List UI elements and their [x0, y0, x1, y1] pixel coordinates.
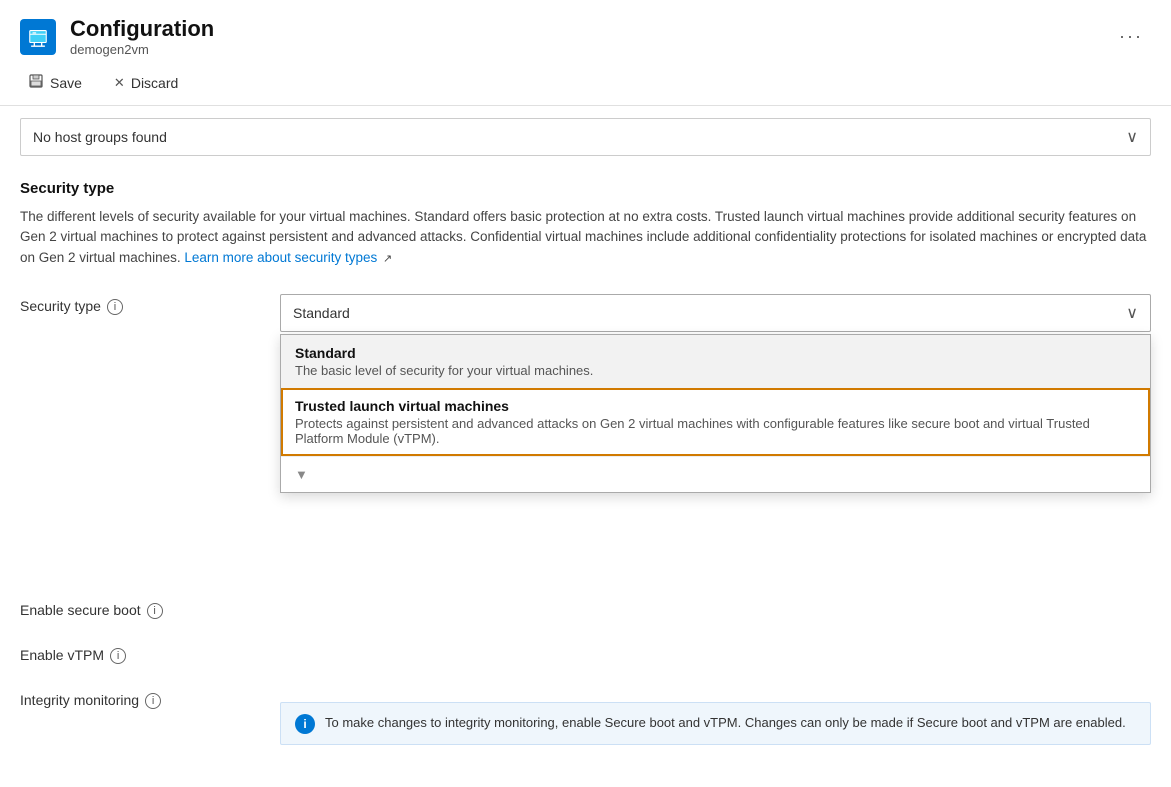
option-standard-desc: The basic level of security for your vir… — [295, 363, 1136, 378]
more-options-button[interactable]: ··· — [1111, 22, 1151, 51]
content-area: Security type The different levels of se… — [0, 168, 1171, 767]
info-banner-icon: i — [295, 714, 315, 734]
integrity-monitoring-field: i To make changes to integrity monitorin… — [280, 678, 1151, 755]
host-group-chevron-icon: ∨ — [1126, 127, 1138, 147]
dropdown-option-standard[interactable]: Standard The basic level of security for… — [281, 335, 1150, 388]
page-header: Configuration demogen2vm ··· — [0, 0, 1171, 61]
save-icon — [28, 73, 44, 93]
discard-icon: ✕ — [114, 75, 125, 91]
toolbar: Save ✕ Discard — [0, 61, 1171, 106]
page-title-group: Configuration demogen2vm — [70, 16, 1097, 57]
truncated-option-text: ▼ — [295, 467, 1136, 482]
security-type-dropdown-menu: Standard The basic level of security for… — [280, 334, 1151, 493]
host-group-dropdown[interactable]: No host groups found ∨ — [20, 118, 1151, 156]
integrity-monitoring-label-text: Integrity monitoring — [20, 692, 139, 708]
security-type-info-icon[interactable]: i — [107, 299, 123, 315]
security-type-dropdown[interactable]: Standard ∨ — [280, 294, 1151, 332]
enable-secure-boot-label-text: Enable secure boot — [20, 602, 141, 618]
page-icon — [20, 19, 56, 55]
integrity-monitoring-info-icon[interactable]: i — [145, 693, 161, 709]
section-description: The different levels of security availab… — [20, 207, 1151, 268]
section-title: Security type — [20, 180, 1151, 197]
dropdown-option-trusted[interactable]: Trusted launch virtual machines Protects… — [281, 388, 1150, 456]
option-trusted-title: Trusted launch virtual machines — [295, 398, 1136, 414]
save-button[interactable]: Save — [20, 69, 90, 97]
option-standard-title: Standard — [295, 345, 1136, 361]
save-label: Save — [50, 75, 82, 91]
option-trusted-desc: Protects against persistent and advanced… — [295, 416, 1136, 446]
integrity-monitoring-label: Integrity monitoring i — [20, 678, 280, 755]
enable-vtpm-label-text: Enable vTPM — [20, 647, 104, 663]
enable-secure-boot-label: Enable secure boot i — [20, 342, 280, 633]
security-type-field: Standard ∨ Standard The basic level of s… — [280, 284, 1151, 342]
learn-more-link[interactable]: Learn more about security types — [184, 250, 377, 265]
info-banner: i To make changes to integrity monitorin… — [280, 702, 1151, 745]
page-subtitle: demogen2vm — [70, 42, 1097, 57]
form-grid: Security type i Standard ∨ Standard The … — [20, 284, 1151, 755]
enable-vtpm-info-icon[interactable]: i — [110, 648, 126, 664]
external-link-icon: ↗ — [383, 253, 392, 265]
security-type-value: Standard — [293, 305, 350, 321]
enable-vtpm-field — [280, 633, 1151, 678]
security-type-label-text: Security type — [20, 298, 101, 314]
page-title: Configuration — [70, 16, 1097, 42]
security-type-label: Security type i — [20, 284, 280, 342]
enable-secure-boot-info-icon[interactable]: i — [147, 603, 163, 619]
discard-button[interactable]: ✕ Discard — [106, 71, 186, 95]
discard-label: Discard — [131, 75, 178, 91]
info-banner-text: To make changes to integrity monitoring,… — [325, 713, 1126, 733]
dropdown-option-truncated: ▼ — [281, 456, 1150, 492]
security-type-chevron-icon: ∨ — [1126, 303, 1138, 323]
host-group-value: No host groups found — [33, 129, 167, 145]
enable-vtpm-label: Enable vTPM i — [20, 633, 280, 678]
